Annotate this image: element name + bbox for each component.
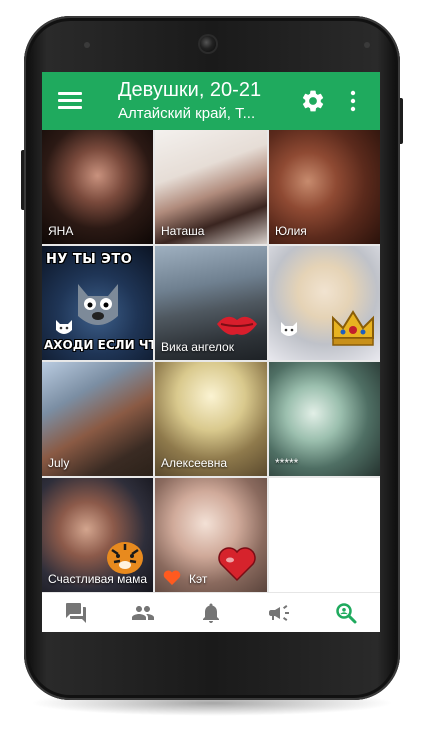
speaker-dots (84, 42, 90, 48)
tiger-sticker-icon (107, 542, 143, 574)
profile-tile[interactable]: Юлия (269, 130, 380, 244)
nav-announcements[interactable] (261, 598, 297, 628)
notifications-bell-icon (202, 603, 219, 623)
search-people-icon (336, 603, 357, 624)
profile-name: ***** (275, 456, 299, 470)
cat-face-icon (56, 320, 72, 334)
profile-grid: ЯНА Наташа Юлия НУ ТЫ ЭТО АХОДИ ЕСЛИ ЧТ (42, 130, 380, 592)
profile-tile[interactable]: July (42, 362, 153, 476)
people-icon (132, 606, 155, 620)
profile-name: Наташа (161, 224, 205, 238)
page-title: Девушки, 20-21 (118, 79, 262, 101)
megaphone-icon (268, 605, 289, 621)
profile-tile[interactable] (269, 246, 380, 360)
cat-face-icon (281, 322, 297, 336)
heart-icon (163, 570, 181, 585)
profile-name: July (48, 456, 70, 470)
profile-tile[interactable]: Алексеевна (155, 362, 267, 476)
profile-tile[interactable]: Счастливая мама (42, 478, 153, 592)
profile-tile[interactable]: ***** (269, 362, 380, 476)
profile-name: Кэт (189, 572, 208, 586)
profile-tile[interactable]: НУ ТЫ ЭТО АХОДИ ЕСЛИ ЧТ (42, 246, 153, 360)
wolf-cartoon-icon (78, 284, 118, 325)
heart-sticker-icon (218, 547, 256, 582)
profile-name: Алексеевна (161, 456, 228, 470)
nav-search[interactable] (328, 598, 364, 628)
app-bar: Девушки, 20-21 Алтайский край, Т... (42, 72, 380, 130)
nav-chats[interactable] (58, 598, 94, 628)
app-screen: Девушки, 20-21 Алтайский край, Т... ЯНА … (42, 72, 380, 632)
bottom-navigation (42, 592, 380, 632)
profile-tile[interactable]: ЯНА (42, 130, 153, 244)
meme-caption-top: НУ ТЫ ЭТО (46, 252, 133, 267)
profile-tile[interactable]: Наташа (155, 130, 267, 244)
profile-name: ЯНА (48, 224, 74, 238)
nav-people[interactable] (125, 598, 161, 628)
profile-name: Вика ангелок (161, 340, 234, 354)
profile-tile[interactable]: Вика ангелок (155, 246, 267, 360)
nav-notifications[interactable] (193, 598, 229, 628)
meme-caption-bottom: АХОДИ ЕСЛИ ЧТ (44, 338, 153, 352)
front-camera (200, 36, 216, 52)
location-subtitle[interactable]: Алтайский край, Т... (118, 105, 286, 123)
empty-tile (269, 478, 380, 592)
crown-sticker-icon (332, 310, 374, 346)
lips-sticker-icon (217, 316, 257, 335)
profile-name: Счастливая мама (48, 572, 147, 586)
profile-tile[interactable]: Кэт (155, 478, 267, 592)
gear-icon[interactable] (300, 88, 326, 114)
chat-icon (65, 603, 86, 623)
profile-name: Юлия (275, 224, 307, 238)
hamburger-menu-icon[interactable] (58, 92, 82, 110)
more-vert-icon[interactable] (348, 90, 358, 112)
